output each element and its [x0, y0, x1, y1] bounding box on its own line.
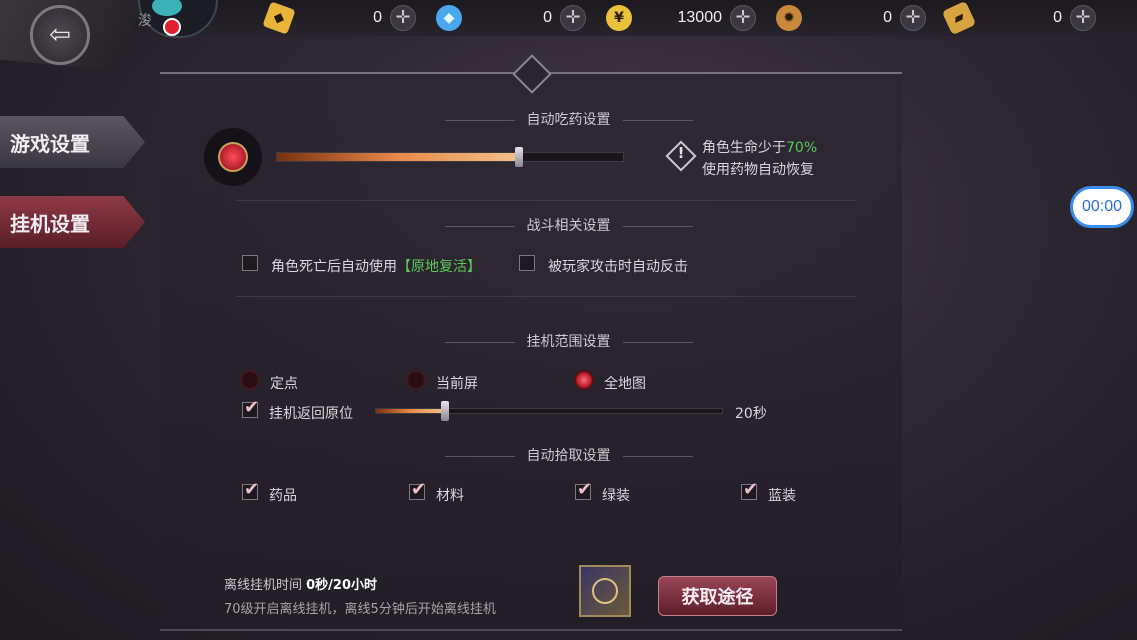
potion-slot[interactable]: [204, 128, 262, 186]
gold-ingot-icon: ◆: [262, 1, 296, 35]
section-title-auto-potion: 自动吃药设置: [0, 109, 1137, 129]
ticket-icon: ▰: [941, 0, 977, 36]
potion-threshold-slider[interactable]: [276, 147, 624, 167]
auto-revive-checkbox[interactable]: [242, 255, 258, 271]
resource-gold-ingot: ◆ 0 ✛: [262, 1, 416, 35]
section-title-auto-pickup: 自动拾取设置: [0, 445, 1137, 465]
card-emblem-icon: [592, 578, 618, 604]
pickup-potion-checkbox[interactable]: [242, 479, 259, 500]
pickup-potion-label: 药品: [269, 488, 297, 504]
add-ticket-button[interactable]: ✛: [1070, 5, 1096, 31]
return-time-slider[interactable]: [375, 401, 723, 421]
resource-value: 13000: [677, 9, 723, 26]
potion-hint-line1: 角色生命少于70%: [702, 140, 818, 156]
diamond-icon: ◆: [436, 5, 462, 31]
auto-revive-label: 角色死亡后自动使用【原地复活】: [271, 259, 481, 275]
add-gold-ingot-button[interactable]: ✛: [390, 5, 416, 31]
pickup-material-checkbox[interactable]: [409, 479, 426, 500]
counterattack-label: 被玩家攻击时自动反击: [548, 259, 688, 275]
radio-current-screen-label: 当前屏: [436, 376, 478, 392]
potion-hint-line2: 使用药物自动恢复: [702, 162, 814, 178]
resource-medal: ✹ 0 ✛: [776, 4, 926, 32]
avatar-name: 浚: [138, 13, 152, 29]
back-button[interactable]: ⇦: [30, 5, 90, 65]
notification-dot: [163, 18, 181, 36]
return-slider-fill: [376, 409, 446, 413]
radio-full-map[interactable]: [574, 370, 594, 390]
resource-gold-coin: ¥ 13000 ✛: [606, 4, 756, 32]
offline-hint: 70级开启离线挂机，离线5分钟后开始离线挂机: [224, 602, 496, 617]
medal-icon: ✹: [776, 5, 802, 31]
section-title-combat: 战斗相关设置: [0, 215, 1137, 235]
pickup-blue-gear-label: 蓝装: [768, 488, 796, 504]
resource-value: 0: [373, 9, 382, 26]
return-time-value: 20秒: [735, 406, 767, 422]
resource-value: 0: [543, 9, 552, 26]
return-origin-label: 挂机返回原位: [269, 406, 353, 422]
resource-value: 0: [883, 9, 892, 26]
radio-current-screen[interactable]: [406, 370, 426, 390]
add-diamond-button[interactable]: ✛: [560, 5, 586, 31]
potion-icon: [218, 142, 248, 172]
resource-value: 0: [1053, 9, 1062, 26]
add-medal-button[interactable]: ✛: [900, 5, 926, 31]
resource-ticket: ▰ 0 ✛: [941, 0, 1096, 36]
offline-card-item[interactable]: [579, 565, 631, 617]
radio-fixed-point-label: 定点: [270, 376, 298, 392]
section-title-idle-range: 挂机范围设置: [0, 331, 1137, 351]
pickup-green-gear-checkbox[interactable]: [575, 479, 592, 500]
resource-diamond: ◆ 0 ✛: [436, 4, 586, 32]
offline-time: 离线挂机时间 0秒/20小时: [224, 578, 378, 593]
potion-slider-thumb[interactable]: [515, 147, 524, 167]
divider: [236, 296, 856, 297]
warning-exclamation: !: [677, 144, 685, 162]
radio-full-map-label: 全地图: [604, 376, 646, 392]
potion-slider-fill: [277, 153, 520, 161]
pickup-blue-gear-checkbox[interactable]: [741, 479, 758, 500]
floating-timer[interactable]: 00:00: [1070, 186, 1134, 228]
back-arrow-icon: ⇦: [49, 20, 71, 50]
radio-fixed-point[interactable]: [240, 370, 260, 390]
auto-revive-item: 【原地复活】: [397, 259, 481, 275]
get-source-button[interactable]: 获取途径: [658, 576, 777, 616]
return-slider-thumb[interactable]: [441, 401, 450, 421]
pickup-green-gear-label: 绿装: [602, 488, 630, 504]
potion-hint-value: 70%: [786, 140, 818, 156]
counterattack-checkbox[interactable]: [519, 255, 535, 271]
offline-time-value: 0秒/20小时: [306, 578, 378, 593]
gold-coin-icon: ¥: [606, 5, 632, 31]
divider: [236, 200, 856, 201]
return-origin-checkbox[interactable]: [242, 397, 259, 418]
pickup-material-label: 材料: [436, 488, 464, 504]
add-gold-coin-button[interactable]: ✛: [730, 5, 756, 31]
